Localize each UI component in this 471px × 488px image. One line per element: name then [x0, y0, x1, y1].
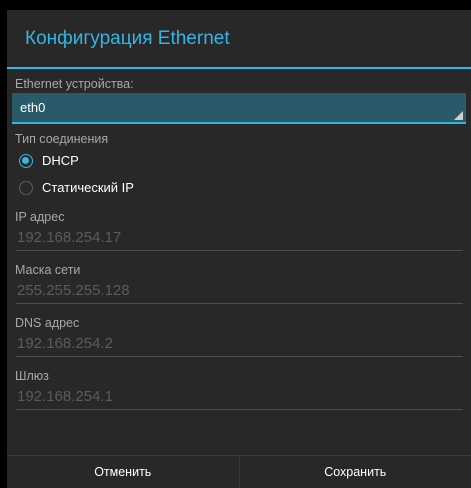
- ip-address-label: IP адрес: [15, 210, 65, 224]
- radio-dhcp-label: DHCP: [42, 153, 79, 168]
- radio-static-ip-label: Статический IP: [42, 180, 134, 195]
- radio-static-ip[interactable]: Статический IP: [7, 175, 471, 200]
- dns-address-field[interactable]: 192.168.254.2: [16, 333, 463, 357]
- radio-unchecked-icon: [19, 180, 33, 195]
- button-bar: Отменить Сохранить: [7, 455, 471, 488]
- gateway-field[interactable]: 192.168.254.1: [16, 386, 463, 410]
- ip-address-value: 192.168.254.17: [17, 229, 122, 246]
- gateway-label: Шлюз: [15, 369, 49, 383]
- title-divider: [7, 67, 471, 69]
- save-button[interactable]: Сохранить: [238, 456, 471, 488]
- connection-type-label: Тип соединения: [15, 132, 109, 146]
- ip-address-field[interactable]: 192.168.254.17: [16, 227, 463, 251]
- devices-label: Ethernet устройства:: [15, 77, 134, 91]
- netmask-value: 255.255.255.128: [17, 282, 130, 299]
- cancel-button[interactable]: Отменить: [7, 456, 239, 488]
- netmask-label: Маска сети: [15, 263, 81, 277]
- ethernet-config-dialog: Конфигурация Ethernet Ethernet устройств…: [7, 10, 471, 488]
- device-spinner-value: eth0: [20, 100, 46, 115]
- dns-address-value: 192.168.254.2: [17, 335, 113, 352]
- title-bar: Конфигурация Ethernet: [7, 10, 471, 67]
- radio-checked-icon: [19, 153, 33, 168]
- radio-dhcp[interactable]: DHCP: [7, 148, 471, 173]
- gateway-value: 192.168.254.1: [17, 388, 113, 405]
- dns-address-label: DNS адрес: [15, 316, 80, 330]
- dropdown-caret-icon: [454, 111, 463, 120]
- device-spinner[interactable]: eth0: [12, 93, 466, 124]
- dialog-title: Конфигурация Ethernet: [25, 27, 230, 49]
- netmask-field[interactable]: 255.255.255.128: [16, 280, 463, 304]
